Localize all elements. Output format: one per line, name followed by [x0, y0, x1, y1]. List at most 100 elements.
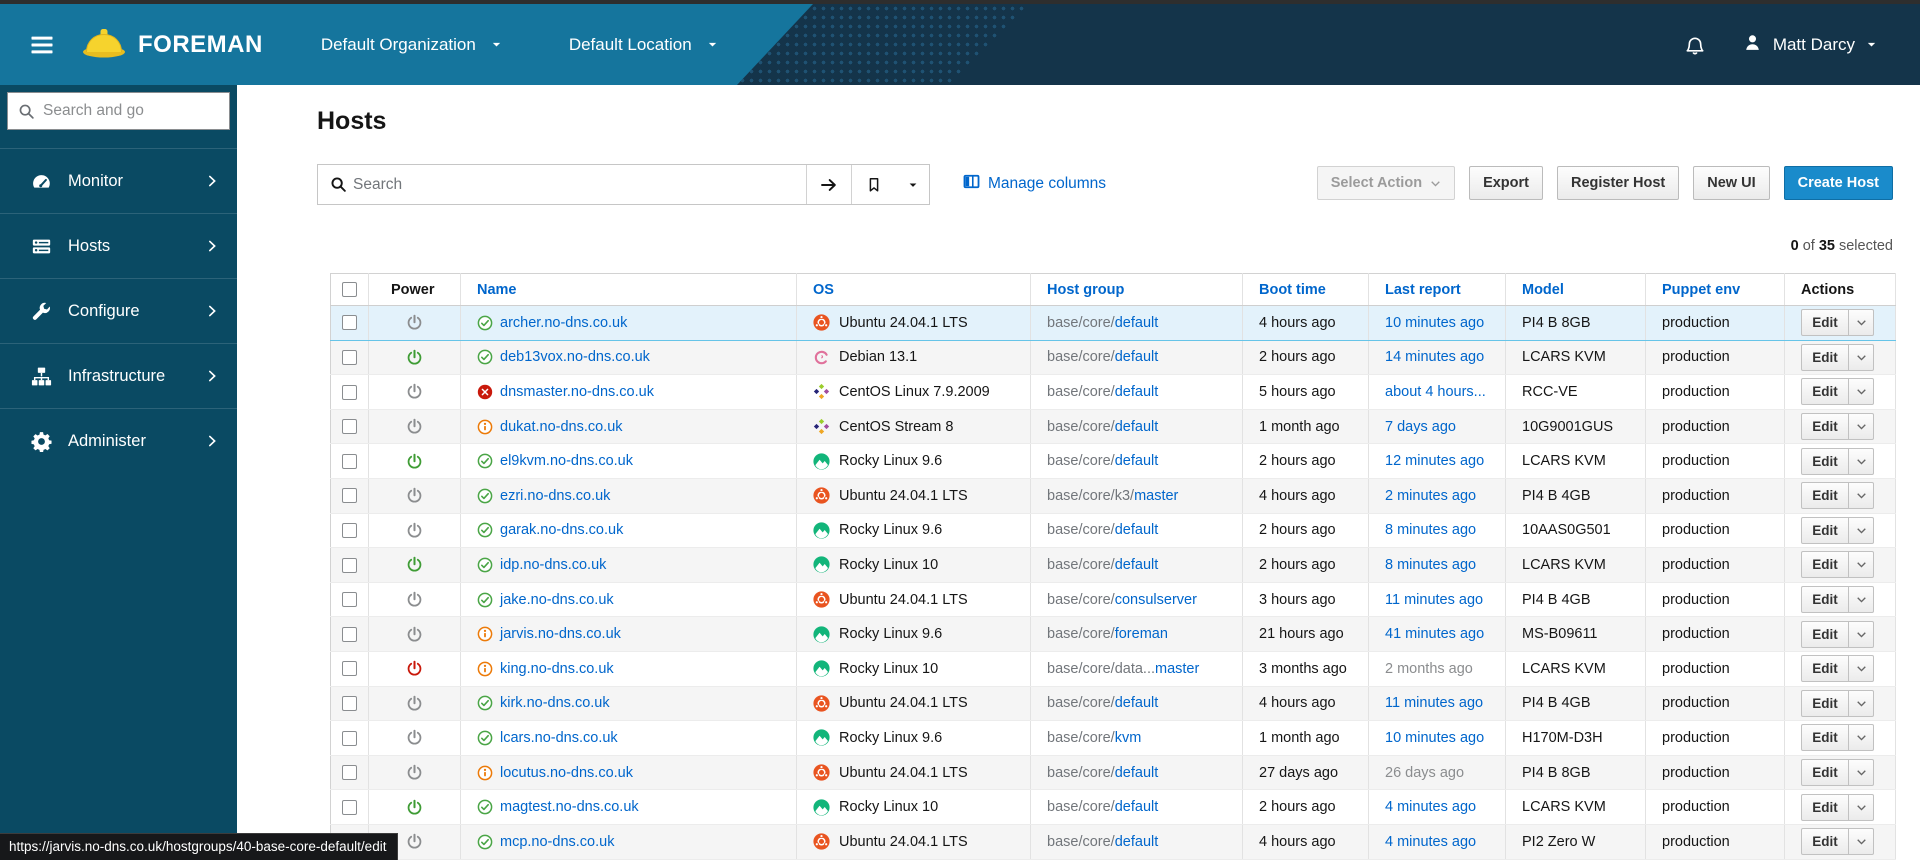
- host-name-link[interactable]: ezri.no-dns.co.uk: [500, 488, 610, 504]
- host-name-link[interactable]: king.no-dns.co.uk: [500, 661, 614, 677]
- search-submit-button[interactable]: [806, 165, 851, 204]
- sidebar-item-monitor[interactable]: Monitor: [0, 148, 237, 213]
- last-report-link[interactable]: 10 minutes ago: [1385, 315, 1484, 331]
- sidebar-item-hosts[interactable]: Hosts: [0, 213, 237, 278]
- new-ui-button[interactable]: New UI: [1693, 166, 1770, 200]
- sidebar-item-infrastructure[interactable]: Infrastructure: [0, 343, 237, 408]
- row-checkbox[interactable]: [342, 765, 357, 781]
- host-name-link[interactable]: idp.no-dns.co.uk: [500, 557, 606, 573]
- last-report-link[interactable]: 14 minutes ago: [1385, 349, 1484, 365]
- host-name-link[interactable]: locutus.no-dns.co.uk: [500, 765, 633, 781]
- last-report-link[interactable]: 41 minutes ago: [1385, 626, 1484, 642]
- hostgroup-link[interactable]: master: [1134, 488, 1178, 504]
- select-action-button[interactable]: Select Action: [1316, 166, 1456, 200]
- edit-dropdown-button[interactable]: [1849, 447, 1874, 475]
- export-button[interactable]: Export: [1469, 166, 1543, 200]
- last-report-link[interactable]: 12 minutes ago: [1385, 453, 1484, 469]
- row-checkbox[interactable]: [342, 453, 357, 469]
- column-header-puppet[interactable]: Puppet env: [1645, 273, 1785, 306]
- column-header-name[interactable]: Name: [460, 273, 797, 306]
- host-name-link[interactable]: kirk.no-dns.co.uk: [500, 695, 610, 711]
- hostgroup-link[interactable]: default: [1115, 695, 1159, 711]
- edit-button[interactable]: Edit: [1801, 343, 1849, 371]
- edit-dropdown-button[interactable]: [1849, 828, 1874, 856]
- hostgroup-link[interactable]: default: [1115, 419, 1159, 435]
- last-report-link[interactable]: 8 minutes ago: [1385, 557, 1476, 573]
- hostgroup-link[interactable]: default: [1115, 349, 1159, 365]
- bookmark-button[interactable]: [851, 165, 896, 204]
- host-name-link[interactable]: lcars.no-dns.co.uk: [500, 730, 618, 746]
- last-report-link[interactable]: 8 minutes ago: [1385, 522, 1476, 538]
- row-checkbox[interactable]: [342, 730, 357, 746]
- host-name-link[interactable]: dukat.no-dns.co.uk: [500, 419, 623, 435]
- create-host-button[interactable]: Create Host: [1783, 166, 1893, 200]
- edit-button[interactable]: Edit: [1801, 309, 1849, 337]
- last-report-link[interactable]: 2 minutes ago: [1385, 488, 1476, 504]
- last-report-link[interactable]: 4 minutes ago: [1385, 799, 1476, 815]
- hostgroup-link[interactable]: default: [1115, 765, 1159, 781]
- edit-button[interactable]: Edit: [1801, 551, 1849, 579]
- row-checkbox[interactable]: [342, 626, 357, 642]
- row-checkbox[interactable]: [342, 315, 357, 331]
- host-name-link[interactable]: jarvis.no-dns.co.uk: [500, 626, 621, 642]
- row-checkbox[interactable]: [342, 661, 357, 677]
- register-host-button[interactable]: Register Host: [1556, 166, 1680, 200]
- edit-dropdown-button[interactable]: [1849, 655, 1874, 683]
- user-menu[interactable]: Matt Darcy: [1742, 32, 1878, 58]
- row-checkbox[interactable]: [342, 419, 357, 435]
- hamburger-menu-button[interactable]: [28, 33, 56, 57]
- edit-dropdown-button[interactable]: [1849, 724, 1874, 752]
- hostgroup-link[interactable]: default: [1115, 834, 1159, 850]
- row-checkbox[interactable]: [342, 523, 357, 539]
- row-checkbox[interactable]: [342, 384, 357, 400]
- edit-button[interactable]: Edit: [1801, 482, 1849, 510]
- bookmark-dropdown-button[interactable]: [896, 165, 929, 204]
- hostgroup-link[interactable]: default: [1115, 453, 1159, 469]
- edit-button[interactable]: Edit: [1801, 586, 1849, 614]
- row-checkbox[interactable]: [342, 488, 357, 504]
- edit-button[interactable]: Edit: [1801, 828, 1849, 856]
- sidebar-search-input[interactable]: [43, 102, 243, 120]
- row-checkbox[interactable]: [342, 350, 357, 366]
- column-header-os[interactable]: OS: [796, 273, 1031, 306]
- last-report-link[interactable]: 11 minutes ago: [1385, 592, 1483, 608]
- host-search-input[interactable]: [353, 165, 806, 204]
- column-header-model[interactable]: Model: [1505, 273, 1646, 306]
- edit-dropdown-button[interactable]: [1849, 759, 1874, 787]
- edit-button[interactable]: Edit: [1801, 447, 1849, 475]
- edit-button[interactable]: Edit: [1801, 689, 1849, 717]
- edit-dropdown-button[interactable]: [1849, 413, 1874, 441]
- edit-dropdown-button[interactable]: [1849, 343, 1874, 371]
- select-all-checkbox[interactable]: [342, 282, 357, 298]
- host-name-link[interactable]: deb13vox.no-dns.co.uk: [500, 349, 650, 365]
- column-header-boottime[interactable]: Boot time: [1242, 273, 1369, 306]
- last-report-link[interactable]: 7 days ago: [1385, 419, 1456, 435]
- edit-dropdown-button[interactable]: [1849, 586, 1874, 614]
- hostgroup-link[interactable]: default: [1115, 522, 1159, 538]
- sidebar-item-configure[interactable]: Configure: [0, 278, 237, 343]
- manage-columns-link[interactable]: Manage columns: [963, 173, 1106, 195]
- edit-dropdown-button[interactable]: [1849, 516, 1874, 544]
- column-header-hostgroup[interactable]: Host group: [1030, 273, 1243, 306]
- last-report-link[interactable]: about 4 hours...: [1385, 384, 1486, 400]
- row-checkbox[interactable]: [342, 592, 357, 608]
- row-checkbox[interactable]: [342, 696, 357, 711]
- edit-button[interactable]: Edit: [1801, 793, 1849, 821]
- host-name-link[interactable]: magtest.no-dns.co.uk: [500, 799, 639, 815]
- edit-dropdown-button[interactable]: [1849, 620, 1874, 648]
- host-name-link[interactable]: garak.no-dns.co.uk: [500, 522, 623, 538]
- edit-dropdown-button[interactable]: [1849, 482, 1874, 510]
- location-dropdown[interactable]: Default Location: [569, 35, 719, 55]
- sidebar-item-administer[interactable]: Administer: [0, 408, 237, 473]
- host-name-link[interactable]: mcp.no-dns.co.uk: [500, 834, 614, 850]
- hostgroup-link[interactable]: master: [1155, 661, 1199, 677]
- hostgroup-link[interactable]: kvm: [1115, 730, 1142, 746]
- organization-dropdown[interactable]: Default Organization: [321, 35, 503, 55]
- edit-button[interactable]: Edit: [1801, 620, 1849, 648]
- edit-button[interactable]: Edit: [1801, 724, 1849, 752]
- notifications-bell-button[interactable]: [1684, 34, 1706, 56]
- edit-dropdown-button[interactable]: [1849, 689, 1874, 717]
- edit-button[interactable]: Edit: [1801, 759, 1849, 787]
- edit-button[interactable]: Edit: [1801, 516, 1849, 544]
- edit-dropdown-button[interactable]: [1849, 793, 1874, 821]
